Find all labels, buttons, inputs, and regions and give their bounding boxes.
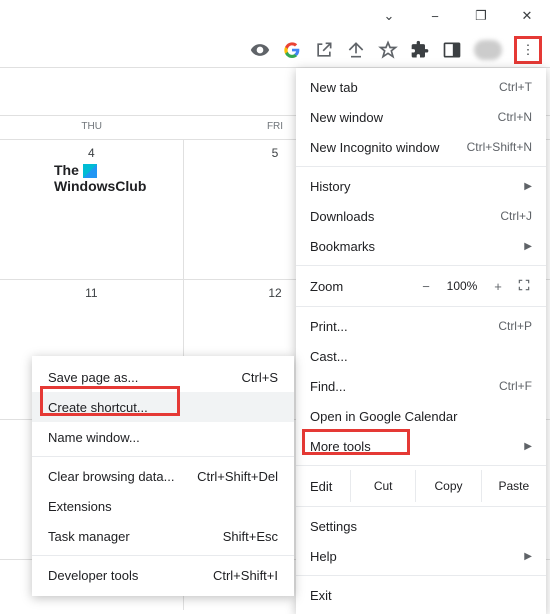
- more-tools-submenu: Save page as...Ctrl+S Create shortcut...…: [32, 356, 294, 596]
- menu-settings[interactable]: Settings: [296, 511, 546, 541]
- menu-new-window[interactable]: New windowCtrl+N: [296, 102, 546, 132]
- submenu-clear-browsing-data[interactable]: Clear browsing data...Ctrl+Shift+Del: [32, 461, 294, 491]
- zoom-out-button[interactable]: −: [412, 279, 440, 294]
- edit-label: Edit: [310, 479, 350, 494]
- menu-new-incognito[interactable]: New Incognito windowCtrl+Shift+N: [296, 132, 546, 162]
- tab-dropdown-icon[interactable]: ⌄: [366, 0, 412, 32]
- submenu-developer-tools[interactable]: Developer toolsCtrl+Shift+I: [32, 560, 294, 590]
- maximize-button[interactable]: ❐: [458, 0, 504, 32]
- calendar-cell[interactable]: 4: [0, 140, 184, 279]
- chrome-menu-button[interactable]: ⋮: [514, 36, 542, 64]
- day-header: THU: [0, 116, 183, 139]
- star-icon[interactable]: [378, 40, 398, 60]
- profile-avatar[interactable]: [474, 40, 502, 60]
- menu-print[interactable]: Print...Ctrl+P: [296, 311, 546, 341]
- paste-button[interactable]: Paste: [481, 470, 546, 502]
- submenu-name-window[interactable]: Name window...: [32, 422, 294, 452]
- eye-icon[interactable]: [250, 40, 270, 60]
- menu-more-tools[interactable]: More tools▶: [296, 431, 546, 461]
- fullscreen-icon[interactable]: [512, 278, 536, 295]
- zoom-label: Zoom: [310, 279, 412, 294]
- menu-open-in-app[interactable]: Open in Google Calendar: [296, 401, 546, 431]
- submenu-extensions[interactable]: Extensions: [32, 491, 294, 521]
- submenu-create-shortcut[interactable]: Create shortcut...: [32, 392, 294, 422]
- menu-exit[interactable]: Exit: [296, 580, 546, 610]
- menu-edit-row: Edit Cut Copy Paste: [296, 470, 546, 502]
- share-icon[interactable]: [346, 40, 366, 60]
- close-window-button[interactable]: ✕: [504, 0, 550, 32]
- extensions-puzzle-icon[interactable]: [410, 40, 430, 60]
- browser-toolbar: ⋮: [0, 32, 550, 68]
- menu-bookmarks[interactable]: Bookmarks▶: [296, 231, 546, 261]
- menu-downloads[interactable]: DownloadsCtrl+J: [296, 201, 546, 231]
- menu-new-tab[interactable]: New tabCtrl+T: [296, 72, 546, 102]
- sidepanel-icon[interactable]: [442, 40, 462, 60]
- google-icon[interactable]: [282, 40, 302, 60]
- menu-zoom-row: Zoom − 100% +: [296, 270, 546, 302]
- chrome-main-menu: New tabCtrl+T New windowCtrl+N New Incog…: [296, 68, 546, 614]
- copy-button[interactable]: Copy: [415, 470, 480, 502]
- menu-help[interactable]: Help▶: [296, 541, 546, 571]
- submenu-task-manager[interactable]: Task managerShift+Esc: [32, 521, 294, 551]
- zoom-value: 100%: [440, 279, 484, 293]
- zoom-in-button[interactable]: +: [484, 279, 512, 294]
- window-titlebar: ⌄ − ❐ ✕: [0, 0, 550, 32]
- watermark-logo: The WindowsClub: [54, 162, 146, 194]
- cut-button[interactable]: Cut: [350, 470, 415, 502]
- menu-history[interactable]: History▶: [296, 171, 546, 201]
- menu-cast[interactable]: Cast...: [296, 341, 546, 371]
- submenu-save-page[interactable]: Save page as...Ctrl+S: [32, 362, 294, 392]
- menu-find[interactable]: Find...Ctrl+F: [296, 371, 546, 401]
- minimize-button[interactable]: −: [412, 0, 458, 32]
- open-external-icon[interactable]: [314, 40, 334, 60]
